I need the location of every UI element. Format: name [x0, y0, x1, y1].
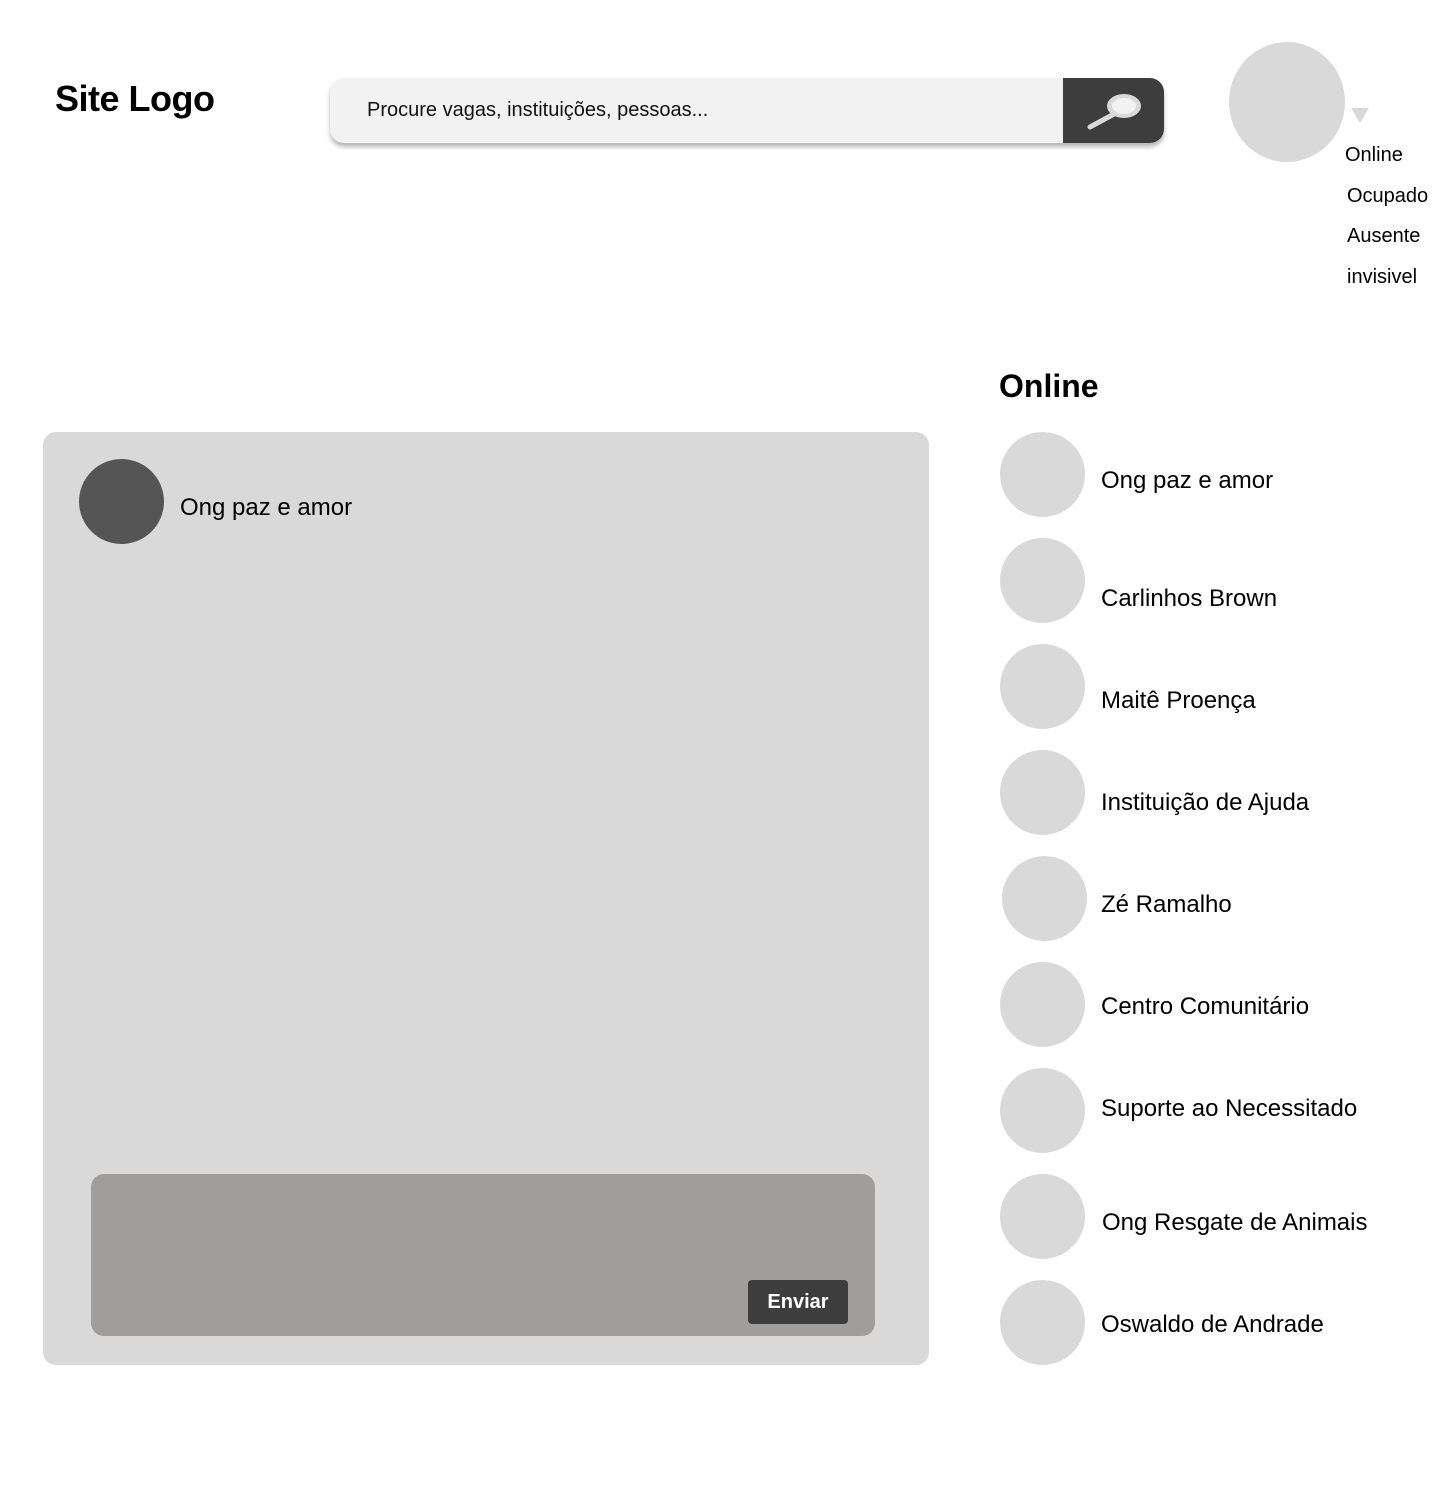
message-composer: Enviar — [91, 1174, 875, 1336]
online-contact-item[interactable]: Suporte ao Necessitado — [999, 1068, 1440, 1174]
contact-avatar — [1000, 538, 1085, 623]
online-contact-item[interactable]: Zé Ramalho — [999, 856, 1440, 962]
online-contact-item[interactable]: Instituição de Ajuda — [999, 750, 1440, 856]
online-list-title: Online — [999, 368, 1099, 404]
contact-avatar — [1000, 750, 1085, 835]
status-option-away[interactable]: Ausente — [1345, 223, 1440, 264]
contact-avatar — [1000, 1068, 1085, 1153]
search-button[interactable] — [1063, 78, 1164, 143]
send-button[interactable]: Enviar — [748, 1280, 848, 1324]
online-contacts-list: Ong paz e amor Carlinhos Brown Maitê Pro… — [999, 432, 1440, 1386]
contact-avatar — [1000, 962, 1085, 1047]
contact-avatar — [1000, 1174, 1085, 1259]
status-option-online[interactable]: Online — [1345, 142, 1440, 183]
chat-contact-name: Ong paz e amor — [180, 494, 353, 521]
contact-name: Centro Comunitário — [1101, 993, 1310, 1020]
status-option-busy[interactable]: Ocupado — [1345, 183, 1440, 224]
contact-name: Suporte ao Necessitado — [1101, 1095, 1358, 1122]
chat-contact-avatar — [79, 459, 164, 544]
status-menu: Online Ocupado Ausente invisivel — [1345, 142, 1440, 304]
status-option-invisible[interactable]: invisivel — [1345, 264, 1440, 305]
contact-name: Instituição de Ajuda — [1101, 789, 1310, 816]
online-contact-item[interactable]: Carlinhos Brown — [999, 538, 1440, 644]
contact-name: Ong paz e amor — [1101, 467, 1274, 494]
contact-name: Carlinhos Brown — [1101, 585, 1278, 612]
message-input[interactable] — [91, 1174, 875, 1274]
user-avatar[interactable] — [1229, 42, 1345, 162]
online-contact-item[interactable]: Ong paz e amor — [999, 432, 1440, 538]
online-contact-item[interactable]: Maitê Proença — [999, 644, 1440, 750]
online-contact-item[interactable]: Ong Resgate de Animais — [999, 1174, 1440, 1280]
search-input[interactable] — [330, 78, 1064, 143]
contact-name: Oswaldo de Andrade — [1101, 1311, 1324, 1338]
status-dropdown-caret-icon[interactable] — [1351, 108, 1369, 123]
contact-avatar — [1000, 432, 1085, 517]
chat-panel: Ong paz e amor Enviar — [43, 432, 929, 1365]
site-logo[interactable]: Site Logo — [55, 78, 215, 120]
online-contact-item[interactable]: Oswaldo de Andrade — [999, 1280, 1440, 1386]
search-bar — [330, 78, 1164, 143]
magnifier-icon — [1087, 93, 1141, 129]
contact-avatar — [1002, 856, 1087, 941]
contact-name: Ong Resgate de Animais — [1102, 1209, 1368, 1236]
online-contact-item[interactable]: Centro Comunitário — [999, 962, 1440, 1068]
contact-name: Zé Ramalho — [1101, 891, 1232, 918]
contact-name: Maitê Proença — [1101, 687, 1256, 714]
contact-avatar — [1000, 1280, 1085, 1365]
contact-avatar — [1000, 644, 1085, 729]
